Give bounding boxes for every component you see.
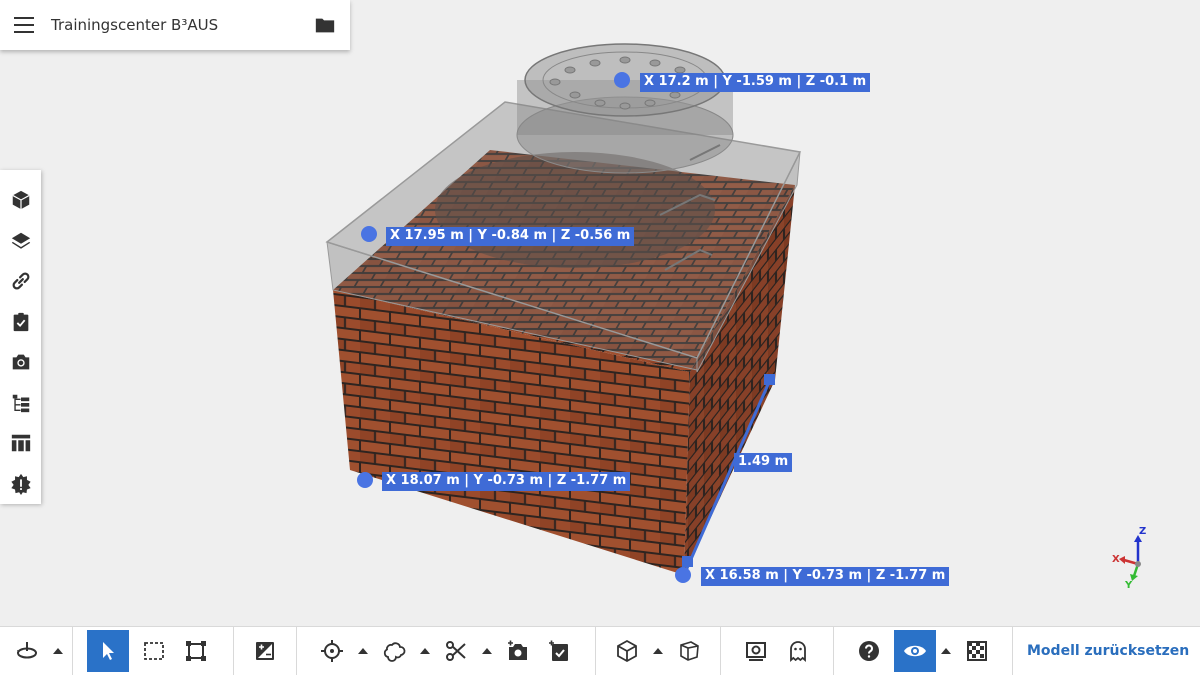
visibility-button[interactable] bbox=[894, 630, 936, 672]
sidebar-item-structure[interactable] bbox=[0, 383, 41, 424]
tools-group bbox=[297, 627, 596, 675]
app-bar: Trainingscenter B³AUS bbox=[0, 0, 350, 50]
sidebar-item-tasks[interactable] bbox=[0, 302, 41, 343]
folder-icon[interactable] bbox=[314, 14, 336, 36]
perspective-button[interactable] bbox=[668, 630, 710, 672]
reset-model-button[interactable]: Modell zurücksetzen bbox=[1013, 643, 1200, 659]
visibility-group bbox=[834, 627, 1013, 675]
box-select-icon bbox=[144, 642, 164, 660]
menu-icon[interactable] bbox=[14, 17, 34, 33]
scissors-icon bbox=[446, 641, 466, 661]
image-stack-icon bbox=[746, 642, 766, 661]
coordinate-label: X 17.95 m | Y -0.84 m | Z -0.56 m bbox=[386, 227, 635, 246]
side-toolbar bbox=[0, 170, 41, 504]
add-snapshot-button[interactable] bbox=[497, 630, 539, 672]
measure-point[interactable] bbox=[361, 226, 377, 242]
sidebar-item-properties[interactable] bbox=[0, 423, 41, 464]
distance-label: 1.49 m bbox=[734, 453, 793, 472]
measure-end-bottom bbox=[682, 556, 693, 567]
tree-structure-icon bbox=[12, 394, 29, 412]
coordinate-label: X 18.07 m | Y -0.73 m | Z -1.77 m bbox=[382, 472, 631, 491]
add-task-button[interactable] bbox=[539, 630, 581, 672]
sidebar-item-model[interactable] bbox=[0, 180, 41, 221]
selection-group bbox=[73, 627, 234, 675]
axis-gizmo: Z X Y bbox=[1112, 526, 1146, 590]
axis-label-x: X bbox=[1112, 554, 1120, 565]
cut-dropdown-arrow[interactable] bbox=[477, 630, 497, 672]
coordinate-label: X 17.2 m | Y -1.59 m | Z -0.1 m bbox=[640, 73, 871, 92]
help-icon bbox=[859, 641, 879, 661]
view-cube-group bbox=[596, 627, 721, 675]
help-button[interactable] bbox=[848, 630, 890, 672]
box-3d-icon bbox=[680, 641, 699, 661]
navigation-group bbox=[0, 627, 73, 675]
section-box-button[interactable] bbox=[175, 630, 217, 672]
orbit-dropdown-arrow[interactable] bbox=[48, 630, 68, 672]
measure-point[interactable] bbox=[357, 472, 373, 488]
measure-point[interactable] bbox=[614, 72, 630, 88]
pointer-icon bbox=[103, 642, 114, 660]
sidebar-item-links[interactable] bbox=[0, 261, 41, 302]
appearance-group bbox=[234, 627, 297, 675]
orbit-button[interactable] bbox=[6, 630, 48, 672]
sidebar-item-layers[interactable] bbox=[0, 221, 41, 262]
sidebar-item-issues[interactable] bbox=[0, 464, 41, 505]
ghost-button[interactable] bbox=[777, 630, 819, 672]
measure-dropdown-arrow[interactable] bbox=[353, 630, 373, 672]
coordinate-label: X 16.58 m | Y -0.73 m | Z -1.77 m bbox=[701, 567, 950, 586]
clipboard-check-icon bbox=[13, 312, 28, 331]
clipboard-plus-icon bbox=[549, 640, 568, 661]
cut-button[interactable] bbox=[435, 630, 477, 672]
axis-label-z: Z bbox=[1139, 526, 1146, 537]
crosshair-icon bbox=[321, 640, 343, 662]
alert-badge-icon bbox=[10, 473, 31, 495]
ghost-icon bbox=[790, 641, 806, 662]
cube-outline-icon bbox=[617, 639, 637, 663]
orbit-icon bbox=[17, 642, 37, 659]
markup-dropdown-arrow[interactable] bbox=[415, 630, 435, 672]
visibility-dropdown-arrow[interactable] bbox=[936, 630, 956, 672]
cube-icon bbox=[11, 191, 30, 210]
markup-cloud-button[interactable] bbox=[373, 630, 415, 672]
exposure-icon bbox=[256, 642, 274, 660]
select-button[interactable] bbox=[87, 630, 129, 672]
model-scene[interactable] bbox=[0, 0, 1200, 626]
measure-button[interactable] bbox=[311, 630, 353, 672]
eye-icon bbox=[904, 645, 926, 657]
checkerboard-icon bbox=[967, 641, 987, 661]
axis-label-y: Y bbox=[1124, 580, 1133, 590]
project-title: Trainingscenter B³AUS bbox=[51, 16, 219, 34]
table-icon bbox=[11, 435, 30, 452]
link-icon bbox=[12, 272, 29, 290]
measure-end-top bbox=[764, 374, 775, 385]
measure-point[interactable] bbox=[675, 567, 691, 583]
gallery-button[interactable] bbox=[735, 630, 777, 672]
transparency-button[interactable] bbox=[956, 630, 998, 672]
camera-plus-icon bbox=[508, 640, 527, 660]
3d-viewport[interactable]: X 17.2 m | Y -1.59 m | Z -0.1 m X 17.95 … bbox=[0, 0, 1200, 626]
layers-icon bbox=[11, 232, 30, 249]
display-group bbox=[721, 627, 834, 675]
exposure-button[interactable] bbox=[244, 630, 286, 672]
cloud-icon bbox=[383, 642, 406, 662]
sidebar-item-snapshots[interactable] bbox=[0, 342, 41, 383]
view-cube-button[interactable] bbox=[606, 630, 648, 672]
bottom-toolbar: Modell zurücksetzen bbox=[0, 626, 1200, 675]
camera-icon bbox=[12, 354, 29, 370]
box-select-button[interactable] bbox=[133, 630, 175, 672]
view-cube-dropdown-arrow[interactable] bbox=[648, 630, 668, 672]
section-box-icon bbox=[186, 641, 206, 661]
